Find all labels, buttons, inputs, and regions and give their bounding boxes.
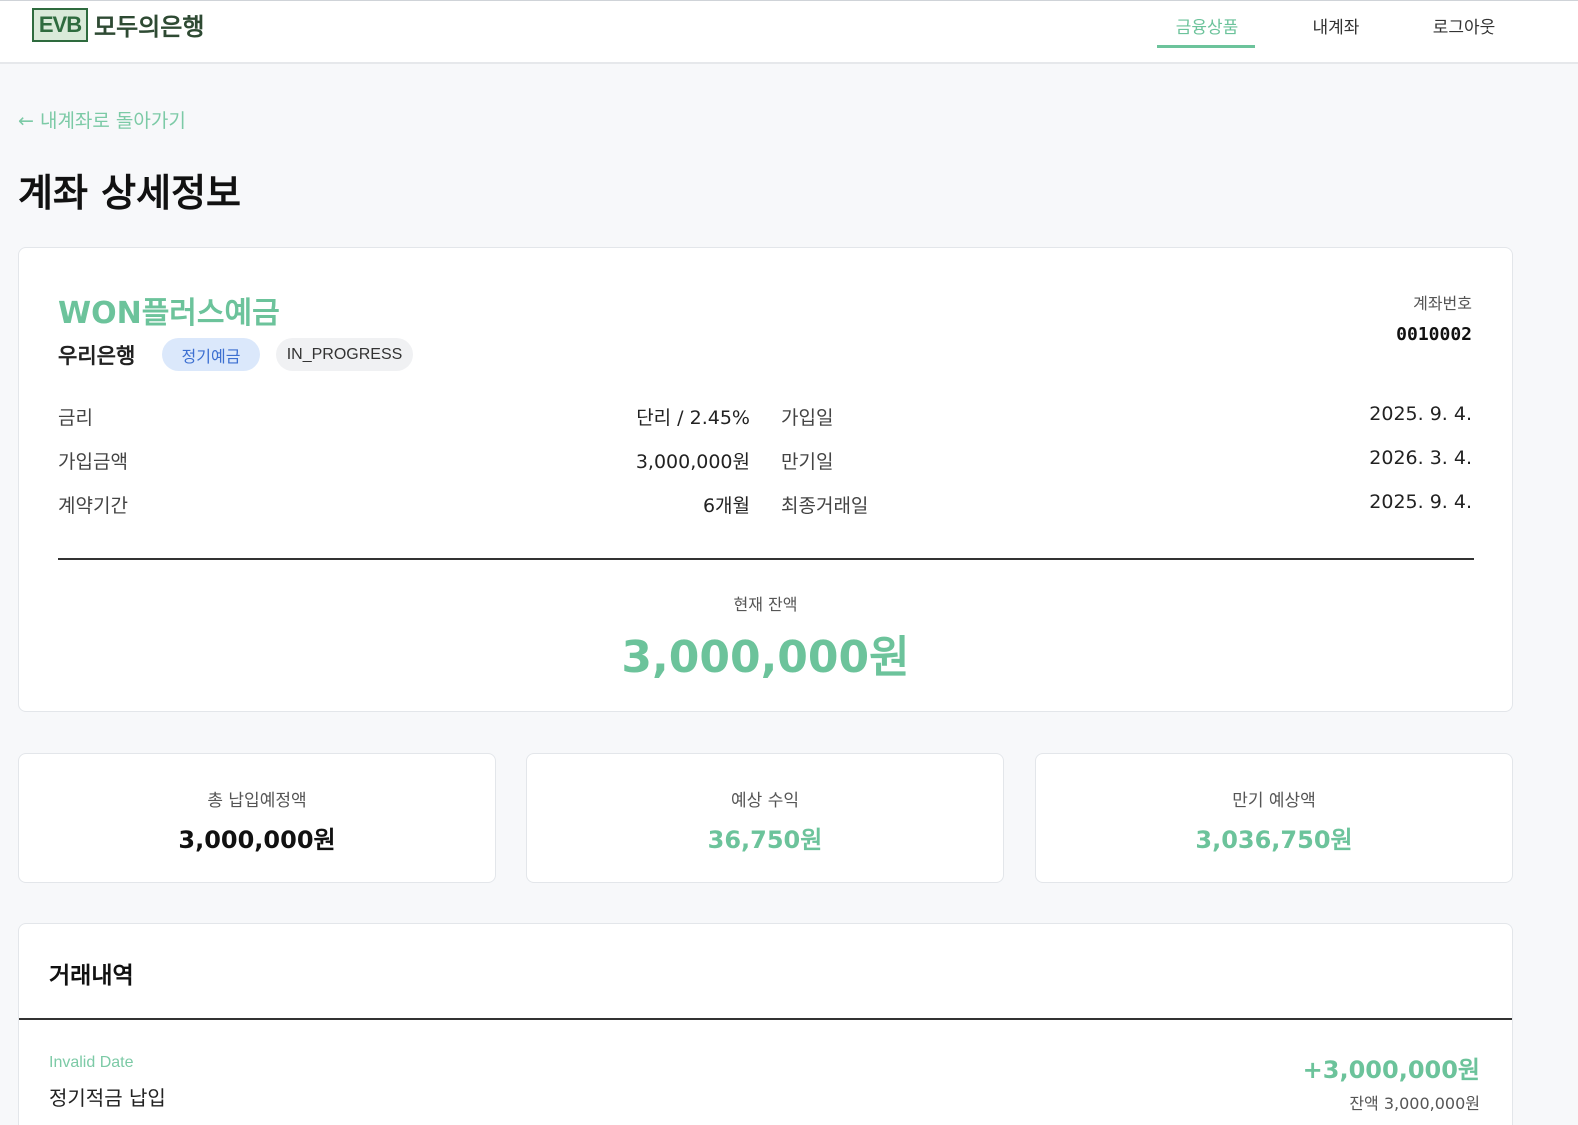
transaction-description: 정기적금 납입 [49,1086,166,1110]
contract-period-value: 6개월 [702,495,750,517]
stat-card-total-payment: 총 납입예정액 3,000,000원 [18,753,496,883]
interest-rate-value: 단리 / 2.45% [636,407,750,429]
status-badge: IN_PROGRESS [276,338,413,371]
current-balance-label: 현재 잔액 [733,595,798,614]
logo-text: 모두의은행 [94,13,205,41]
transaction-history-title: 거래내역 [49,963,134,989]
deposit-amount-value: 3,000,000원 [635,451,750,473]
stat-label: 총 납입예정액 [207,791,307,811]
contract-period-label: 계약기간 [58,495,128,517]
nav-my-accounts[interactable]: 내계좌 [1308,13,1364,38]
back-to-accounts-link[interactable]: ← 내계좌로 돌아가기 [18,106,186,133]
account-number: 0010002 [1396,324,1472,345]
nav-logout[interactable]: 로그아웃 [1428,13,1500,38]
page-title: 계좌 상세정보 [18,171,241,215]
product-name: WON플러스예금 [58,296,280,331]
transaction-balance: 잔액 3,000,000원 [1349,1094,1480,1113]
stat-value: 3,036,750원 [1195,826,1353,854]
bank-name: 우리은행 [58,344,136,368]
transaction-history-card: 거래내역 Invalid Date 정기적금 납입 +3,000,000원 잔액… [18,923,1513,1125]
transaction-date: Invalid Date [49,1054,134,1071]
last-transaction-date-value: 2025. 9. 4. [1369,491,1472,513]
transaction-divider [19,1018,1512,1020]
join-date-label: 가입일 [781,407,834,429]
account-detail-card: WON플러스예금 우리은행 정기예금 IN_PROGRESS 계좌번호 0010… [18,247,1513,712]
stat-value: 3,000,000원 [178,826,336,854]
stat-value: 36,750원 [707,826,823,854]
logo[interactable]: EVB 모두의은행 [32,7,204,42]
nav-financial-products[interactable]: 금융상품 [1172,13,1242,38]
stat-label: 만기 예상액 [1232,791,1316,811]
logo-mark: EVB [32,7,88,42]
stat-card-expected-profit: 예상 수익 36,750원 [526,753,1004,883]
stat-card-maturity-amount: 만기 예상액 3,036,750원 [1035,753,1513,883]
stat-label: 예상 수익 [731,791,799,811]
top-navigation-bar: EVB 모두의은행 금융상품 내계좌 로그아웃 [0,0,1578,64]
product-type-badge: 정기예금 [162,338,260,371]
maturity-date-value: 2026. 3. 4. [1369,447,1472,469]
account-number-label: 계좌번호 [1413,294,1472,313]
deposit-amount-label: 가입금액 [58,451,128,473]
nav-active-indicator [1157,45,1255,48]
last-transaction-date-label: 최종거래일 [781,495,869,517]
maturity-date-label: 만기일 [781,451,834,473]
current-balance-value: 3,000,000원 [621,632,910,683]
join-date-value: 2025. 9. 4. [1369,403,1472,425]
interest-rate-label: 금리 [58,407,93,429]
section-divider [58,558,1474,560]
transaction-amount: +3,000,000원 [1302,1056,1480,1084]
